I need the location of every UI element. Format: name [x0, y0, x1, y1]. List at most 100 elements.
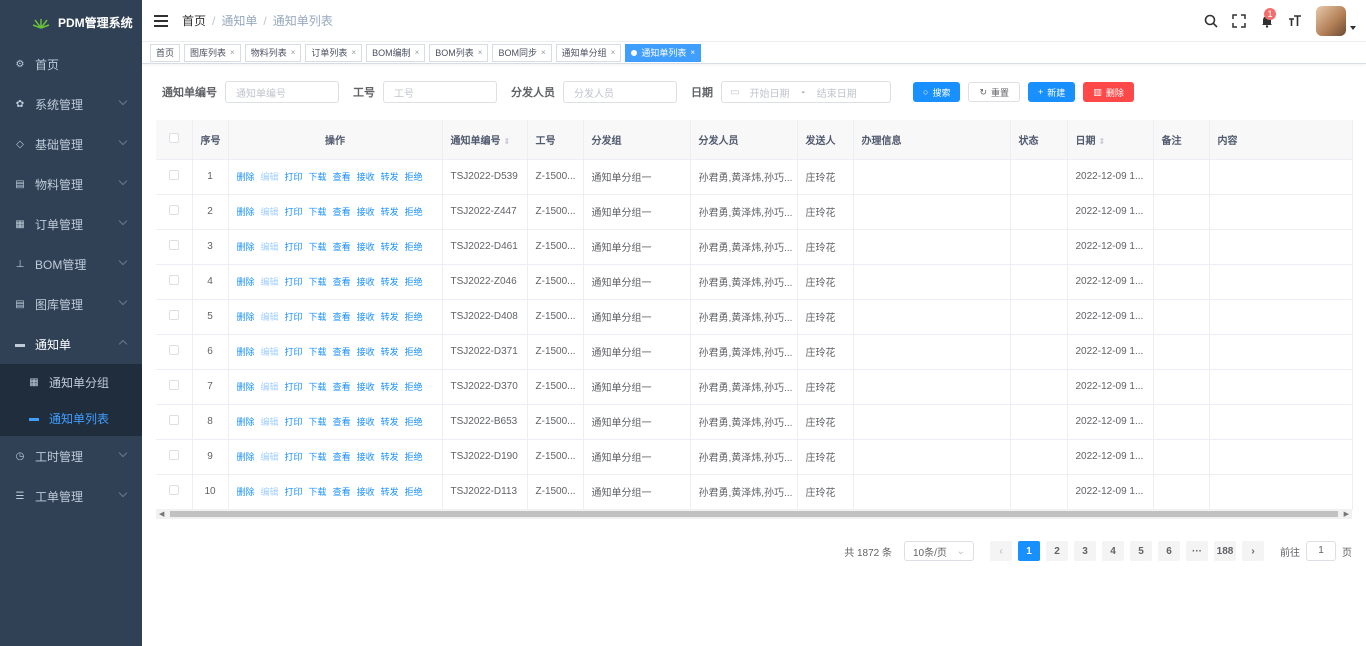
sidebar-item-worktime[interactable]: ◷ 工时管理	[0, 436, 142, 476]
tag-notice-group[interactable]: 通知单分组 ×	[555, 43, 622, 62]
tag-order-list[interactable]: 订单列表 ×	[305, 43, 363, 62]
receive-link[interactable]: 接收	[357, 487, 375, 497]
sidebar-item-system[interactable]: ✿ 系统管理	[0, 84, 142, 124]
page-last[interactable]: 188	[1214, 541, 1236, 561]
view-link[interactable]: 查看	[333, 242, 351, 252]
reject-link[interactable]: 拒绝	[405, 277, 423, 287]
view-link[interactable]: 查看	[333, 347, 351, 357]
sidebar-item-notice[interactable]: ▬ 通知单	[0, 324, 142, 364]
checkbox[interactable]	[168, 485, 179, 495]
sidebar-item-notice-list[interactable]: ▬ 通知单列表	[0, 400, 142, 436]
receive-link[interactable]: 接收	[357, 417, 375, 427]
prev-page-button[interactable]: ‹	[990, 541, 1012, 561]
checkbox[interactable]	[168, 310, 179, 320]
close-icon[interactable]: ×	[478, 45, 483, 61]
checkbox[interactable]	[168, 132, 179, 143]
scroll-right-icon[interactable]: ▶	[1344, 510, 1349, 518]
forward-link[interactable]: 转发	[381, 207, 399, 217]
print-link[interactable]: 打印	[285, 487, 303, 497]
print-link[interactable]: 打印	[285, 417, 303, 427]
reject-link[interactable]: 拒绝	[405, 207, 423, 217]
close-icon[interactable]: ×	[291, 45, 296, 61]
row-checkbox-cell[interactable]	[156, 299, 193, 335]
tag-home[interactable]: 首页	[150, 43, 181, 62]
row-checkbox-cell[interactable]	[156, 439, 193, 475]
reject-link[interactable]: 拒绝	[405, 312, 423, 322]
tag-notice-list[interactable]: 通知单列表 ×	[625, 43, 702, 62]
distributor-input[interactable]: 分发人员	[563, 81, 677, 103]
hamburger-icon[interactable]	[154, 14, 168, 27]
page-more[interactable]: ···	[1186, 541, 1208, 561]
reject-link[interactable]: 拒绝	[405, 242, 423, 252]
sidebar-item-order[interactable]: ▦ 订单管理	[0, 204, 142, 244]
search-button[interactable]: ○ 搜索	[913, 82, 961, 102]
edit-link[interactable]: 编辑	[261, 347, 279, 357]
edit-link[interactable]: 编辑	[261, 382, 279, 392]
add-button[interactable]: + 新建	[1028, 82, 1076, 102]
forward-link[interactable]: 转发	[381, 452, 399, 462]
view-link[interactable]: 查看	[333, 487, 351, 497]
checkbox[interactable]	[168, 450, 179, 460]
checkbox[interactable]	[168, 380, 179, 390]
forward-link[interactable]: 转发	[381, 417, 399, 427]
sidebar-item-gallery[interactable]: ▤ 图库管理	[0, 284, 142, 324]
reject-link[interactable]: 拒绝	[405, 382, 423, 392]
reject-link[interactable]: 拒绝	[405, 452, 423, 462]
page-6[interactable]: 6	[1158, 541, 1180, 561]
receive-link[interactable]: 接收	[357, 382, 375, 392]
delete-link[interactable]: 删除	[237, 207, 255, 217]
forward-link[interactable]: 转发	[381, 347, 399, 357]
avatar[interactable]	[1316, 6, 1346, 36]
view-link[interactable]: 查看	[333, 382, 351, 392]
delete-link[interactable]: 删除	[237, 242, 255, 252]
sidebar-item-home[interactable]: ⚙ 首页	[0, 44, 142, 84]
checkbox[interactable]	[168, 205, 179, 215]
delete-link[interactable]: 删除	[237, 312, 255, 322]
forward-link[interactable]: 转发	[381, 382, 399, 392]
delete-link[interactable]: 删除	[237, 382, 255, 392]
checkbox[interactable]	[168, 170, 179, 180]
col-no[interactable]: 通知单编号 ⇕	[442, 120, 528, 160]
download-link[interactable]: 下载	[309, 172, 327, 182]
scroll-left-icon[interactable]: ◀	[159, 510, 164, 518]
row-checkbox-cell[interactable]	[156, 229, 193, 265]
sidebar-item-workorder[interactable]: ☰ 工单管理	[0, 476, 142, 516]
edit-link[interactable]: 编辑	[261, 417, 279, 427]
row-checkbox-cell[interactable]	[156, 264, 193, 300]
edit-link[interactable]: 编辑	[261, 277, 279, 287]
sort-icon[interactable]: ⇕	[504, 137, 511, 146]
view-link[interactable]: 查看	[333, 207, 351, 217]
print-link[interactable]: 打印	[285, 207, 303, 217]
download-link[interactable]: 下载	[309, 487, 327, 497]
download-link[interactable]: 下载	[309, 277, 327, 287]
work-no-input[interactable]: 工号	[383, 81, 497, 103]
fullscreen-icon[interactable]	[1228, 10, 1250, 32]
delete-button[interactable]: ▥ 删除	[1083, 82, 1134, 102]
page-2[interactable]: 2	[1046, 541, 1068, 561]
receive-link[interactable]: 接收	[357, 347, 375, 357]
close-icon[interactable]: ×	[690, 45, 695, 61]
forward-link[interactable]: 转发	[381, 487, 399, 497]
print-link[interactable]: 打印	[285, 312, 303, 322]
delete-link[interactable]: 删除	[237, 277, 255, 287]
checkbox[interactable]	[168, 345, 179, 355]
view-link[interactable]: 查看	[333, 277, 351, 287]
close-icon[interactable]: ×	[611, 45, 616, 61]
scrollbar-thumb[interactable]	[170, 511, 1338, 517]
view-link[interactable]: 查看	[333, 312, 351, 322]
print-link[interactable]: 打印	[285, 277, 303, 287]
delete-link[interactable]: 删除	[237, 172, 255, 182]
next-page-button[interactable]: ›	[1242, 541, 1264, 561]
print-link[interactable]: 打印	[285, 382, 303, 392]
sort-icon[interactable]: ⇕	[1099, 137, 1106, 146]
row-checkbox-cell[interactable]	[156, 159, 193, 195]
receive-link[interactable]: 接收	[357, 452, 375, 462]
notice-no-input[interactable]: 通知单编号	[225, 81, 339, 103]
row-checkbox-cell[interactable]	[156, 404, 193, 440]
close-icon[interactable]: ×	[230, 45, 235, 61]
reject-link[interactable]: 拒绝	[405, 417, 423, 427]
goto-input[interactable]: 1	[1306, 541, 1336, 561]
row-checkbox-cell[interactable]	[156, 334, 193, 370]
edit-link[interactable]: 编辑	[261, 452, 279, 462]
tag-material-list[interactable]: 物料列表 ×	[244, 43, 302, 62]
